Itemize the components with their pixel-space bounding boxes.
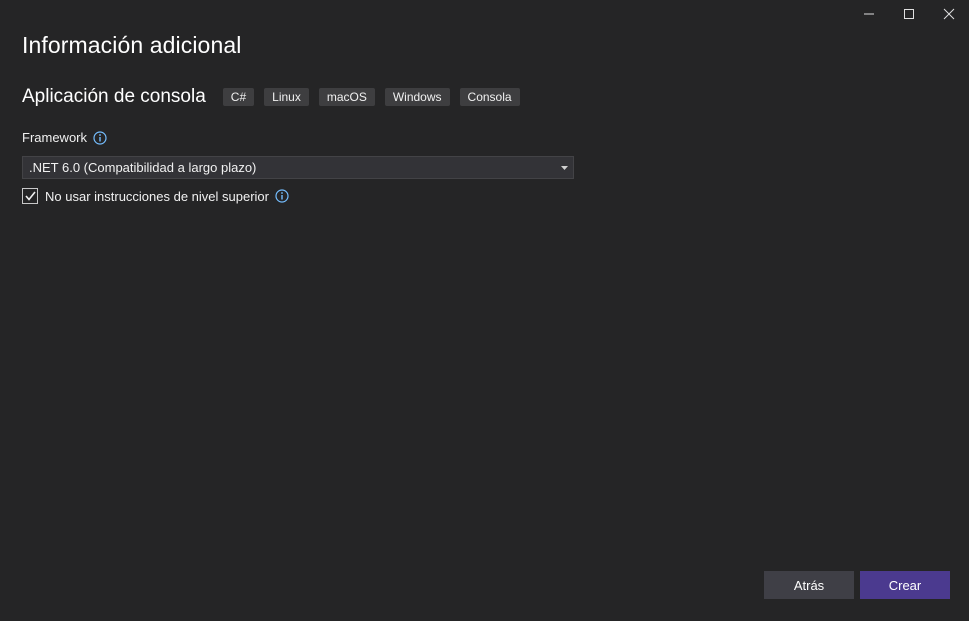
- info-icon[interactable]: [93, 130, 107, 145]
- checkmark-icon: [24, 191, 36, 201]
- top-level-statements-row: No usar instrucciones de nivel superior: [22, 188, 289, 204]
- tag-language: C#: [222, 88, 255, 106]
- back-button[interactable]: Atrás: [764, 571, 854, 599]
- maximize-button[interactable]: [889, 0, 929, 28]
- close-button[interactable]: [929, 0, 969, 28]
- project-template-name: Aplicación de consola: [22, 86, 206, 107]
- top-level-statements-checkbox[interactable]: [22, 188, 38, 204]
- tag-platform-macos: macOS: [318, 88, 375, 106]
- framework-selected-value: .NET 6.0 (Compatibilidad a largo plazo): [29, 160, 257, 175]
- tag-platform-windows: Windows: [384, 88, 450, 106]
- minimize-icon: [864, 13, 874, 15]
- info-icon[interactable]: [275, 189, 289, 203]
- project-row: Aplicación de consola C# Linux macOS Win…: [22, 86, 530, 108]
- tag-project-type: Consola: [459, 88, 520, 106]
- chevron-down-icon: [557, 165, 571, 170]
- minimize-button[interactable]: [849, 0, 889, 28]
- framework-label-row: Framework: [22, 130, 107, 145]
- close-icon: [943, 8, 955, 20]
- page-title: Información adicional: [22, 32, 242, 58]
- tag-platform-linux: Linux: [264, 88, 309, 106]
- additional-info-dialog: Información adicional Aplicación de cons…: [0, 0, 969, 621]
- framework-select[interactable]: .NET 6.0 (Compatibilidad a largo plazo): [22, 156, 574, 179]
- create-button[interactable]: Crear: [860, 571, 950, 599]
- maximize-icon: [904, 9, 914, 19]
- top-level-statements-label[interactable]: No usar instrucciones de nivel superior: [45, 189, 269, 204]
- window-controls: [849, 0, 969, 28]
- framework-label: Framework: [22, 130, 88, 145]
